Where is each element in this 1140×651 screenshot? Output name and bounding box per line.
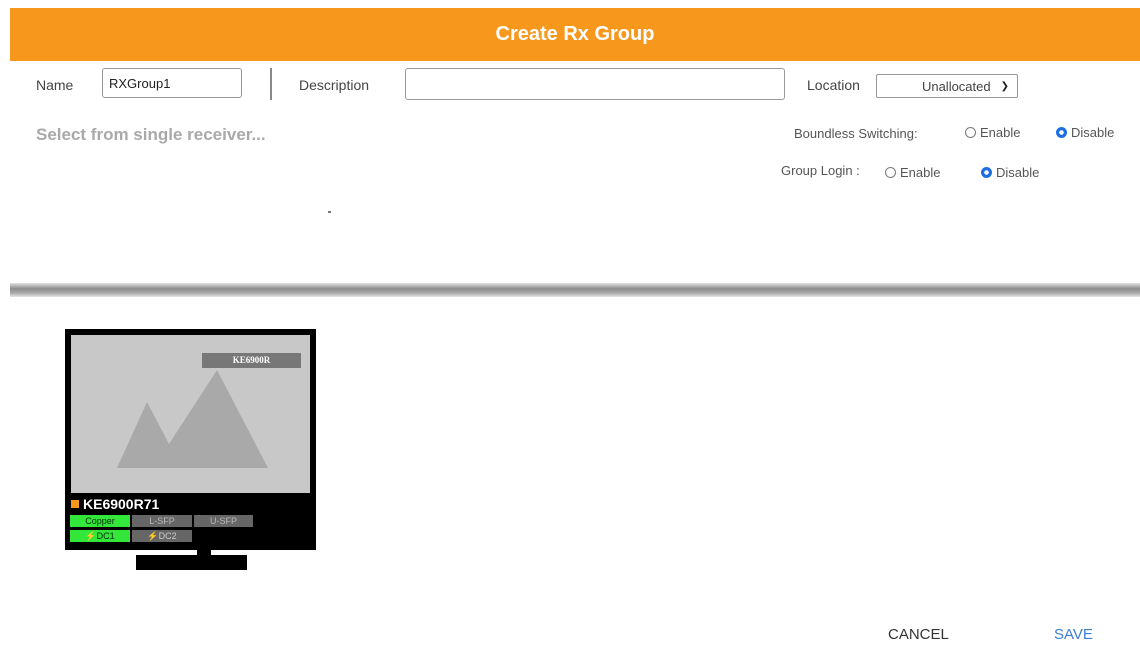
section-divider [10,283,1140,297]
receiver-screen: KE6900R [71,335,310,493]
group-login-enable-radio[interactable]: Enable [885,165,940,180]
boundless-switching-disable-radio[interactable]: Disable [1056,125,1114,140]
radio-label: Disable [1071,125,1115,140]
radio-icon [965,127,976,138]
receiver-card[interactable]: KE6900R KE6900R71 Copper L-SFP U-SFP ⚡DC… [65,329,316,550]
port-u-sfp: U-SFP [194,515,253,527]
power-bolt-icon: ⚡ [147,531,159,541]
radio-icon [885,167,896,178]
receiver-model-tag: KE6900R [202,353,301,368]
receiver-name-text: KE6900R71 [83,496,160,512]
power-dc2: ⚡DC2 [132,530,192,542]
location-select[interactable]: Unallocated ❯ [876,74,1018,98]
cancel-button[interactable]: CANCEL [888,626,949,643]
group-login-disable-radio[interactable]: Disable [981,165,1039,180]
power-dc2-label: DC2 [158,531,177,541]
boundless-switching-enable-radio[interactable]: Enable [965,125,1020,140]
monitor-base [136,555,247,570]
radio-label: Disable [996,165,1040,180]
power-bolt-icon: ⚡ [85,531,97,541]
name-input[interactable] [102,68,242,98]
name-label: Name [36,77,74,93]
dialog-title: Create Rx Group [495,23,655,45]
power-dc1: ⚡DC1 [70,530,130,542]
field-separator [270,68,272,100]
radio-label: Enable [980,125,1021,140]
dialog-header: Create Rx Group [10,8,1140,61]
description-input[interactable] [405,68,785,100]
stray-dot [328,211,331,213]
port-copper: Copper [70,515,130,527]
radio-selected-icon [1056,127,1067,138]
select-single-receiver-link[interactable]: Select from single receiver... [36,125,266,145]
radio-selected-icon [981,167,992,178]
description-label: Description [299,77,370,93]
port-l-sfp: L-SFP [132,515,192,527]
power-dc1-label: DC1 [96,531,115,541]
save-button[interactable]: SAVE [1054,626,1093,643]
receiver-name: KE6900R71 [71,496,159,512]
chevron-down-icon: ❯ [1000,80,1009,92]
radio-label: Enable [900,165,941,180]
group-login-label: Group Login : [781,163,860,178]
location-label: Location [807,77,860,93]
boundless-switching-label: Boundless Switching: [794,126,918,141]
status-indicator-icon [71,500,79,508]
location-selected-value: Unallocated [921,78,991,94]
